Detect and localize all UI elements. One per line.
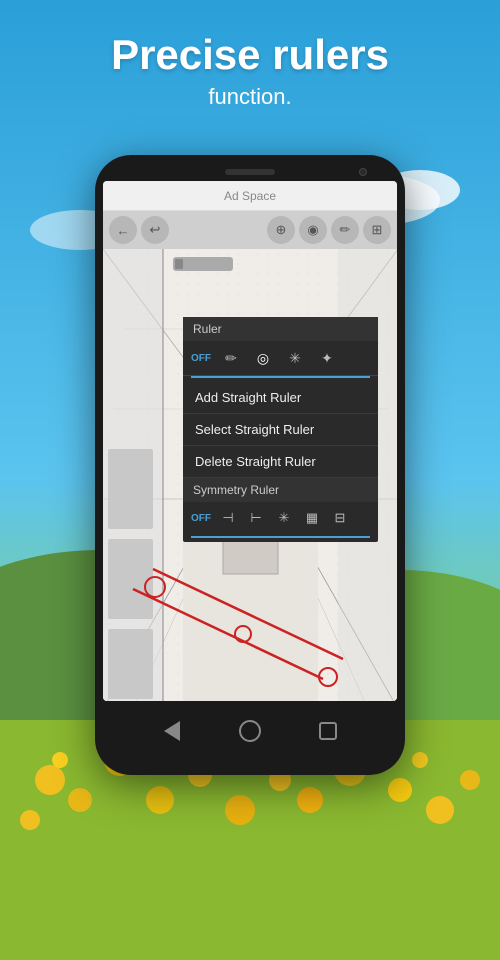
back-nav-icon: [164, 721, 180, 741]
delete-straight-ruler-item[interactable]: Delete Straight Ruler: [183, 446, 378, 478]
back-nav-button[interactable]: [157, 716, 187, 746]
recent-nav-button[interactable]: [313, 716, 343, 746]
ruler-star-icon[interactable]: ✦: [315, 346, 339, 370]
select-straight-ruler-item[interactable]: Select Straight Ruler: [183, 414, 378, 446]
ruler-menu: Ruler OFF ✏ ◎ ✳ ✦ Add Straight Ruler Sel…: [183, 317, 378, 542]
ruler-underline: [191, 376, 370, 378]
sym-icon2[interactable]: ⊢: [245, 507, 267, 529]
toolbar-tool2-icon[interactable]: ◉: [299, 216, 327, 244]
ruler-circle-icon[interactable]: ◎: [251, 346, 275, 370]
ruler-target-icon[interactable]: ✳: [283, 346, 307, 370]
symmetry-header: Symmetry Ruler: [183, 478, 378, 502]
ad-space-label: Ad Space: [224, 189, 276, 203]
toolbar-tool4-icon[interactable]: ⊞: [363, 216, 391, 244]
sym-off-label[interactable]: OFF: [191, 513, 211, 524]
recent-nav-icon: [319, 722, 337, 740]
toolbar-tool3-icon[interactable]: ✏: [331, 216, 359, 244]
phone-bottom-nav: [103, 707, 397, 755]
ruler-menu-header: Ruler: [183, 317, 378, 341]
title-sub: function.: [0, 84, 500, 110]
ruler-icons-row: OFF ✏ ◎ ✳ ✦: [183, 341, 378, 376]
toolbar-undo-icon[interactable]: ↩: [141, 216, 169, 244]
phone-speaker: [225, 169, 275, 175]
toolbar-row: ← ↩ ⊕ ◉ ✏ ⊞: [103, 211, 397, 249]
ruler-pencil-icon[interactable]: ✏: [219, 346, 243, 370]
home-nav-button[interactable]: [235, 716, 265, 746]
sym-icon4[interactable]: ▦: [301, 507, 323, 529]
home-nav-icon: [239, 720, 261, 742]
title-section: Precise rulers function.: [0, 30, 500, 110]
ruler-off-label[interactable]: OFF: [191, 353, 211, 364]
add-straight-ruler-item[interactable]: Add Straight Ruler: [183, 382, 378, 414]
phone-top-bar: [103, 169, 397, 175]
canvas-area[interactable]: Ruler OFF ✏ ◎ ✳ ✦ Add Straight Ruler Sel…: [103, 249, 397, 701]
sym-icon1[interactable]: ⊣: [217, 507, 239, 529]
phone-frame: Ad Space ← ↩ ⊕ ◉ ✏ ⊞: [95, 155, 405, 775]
toolbar-tool1-icon[interactable]: ⊕: [267, 216, 295, 244]
phone-screen: Ad Space ← ↩ ⊕ ◉ ✏ ⊞: [103, 181, 397, 701]
sym-icon5[interactable]: ⊟: [329, 507, 351, 529]
ad-space-bar: Ad Space: [103, 181, 397, 211]
title-main: Precise rulers: [0, 30, 500, 80]
symmetry-icons-row: OFF ⊣ ⊢ ✳ ▦ ⊟: [183, 502, 378, 534]
sym-icon3[interactable]: ✳: [273, 507, 295, 529]
phone-camera: [359, 168, 367, 176]
sym-underline: [191, 536, 370, 538]
toolbar-back-icon[interactable]: ←: [109, 216, 137, 244]
